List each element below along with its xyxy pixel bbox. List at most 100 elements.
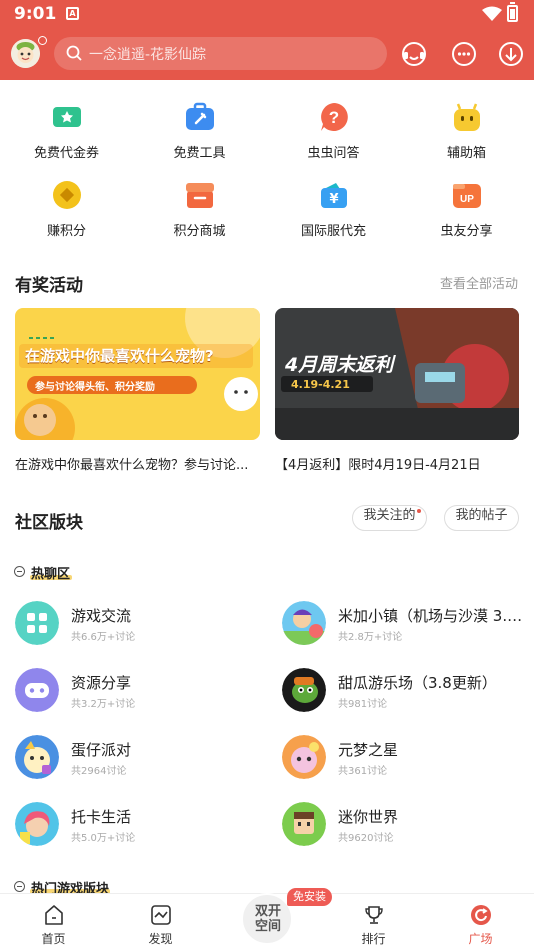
plaza-icon (470, 905, 491, 925)
grid-apps-icon (15, 601, 59, 645)
grid-item-share[interactable]: UP 虫友分享 (400, 174, 533, 244)
search-bar[interactable]: 一念逍遥-花影仙踪 (54, 37, 387, 70)
tab-discover[interactable]: 发现 (107, 894, 214, 950)
robot-icon (453, 103, 480, 131)
forum-name: 游戏交流 (71, 607, 132, 625)
grid-label: 免费代金券 (33, 146, 99, 161)
grid-label: 赚积分 (46, 224, 86, 239)
forum-name: 米加小镇（机场与沙漠 3.2... (338, 607, 528, 625)
forum-name: 甜瓜游乐场（3.8更新） (338, 674, 497, 692)
voucher-icon (52, 107, 81, 127)
rewards-section-title: 有奖活动 (15, 276, 83, 296)
svg-text:¥: ¥ (329, 192, 338, 207)
pet-discussion-banner[interactable]: 在游戏中你最喜欢什么宠物? 参与讨论得头衔、积分奖励 (15, 308, 260, 440)
forum-item[interactable]: 米加小镇（机场与沙漠 3.2... 共2.8万+讨论 (282, 598, 528, 648)
dream-star-icon (282, 735, 326, 779)
battery-icon (507, 2, 518, 22)
my-follows-button[interactable]: 我关注的 (352, 505, 427, 531)
rebate-banner-headline: 4月周末返利 (285, 354, 394, 376)
coin-icon (52, 181, 81, 209)
grid-label: 免费工具 (173, 146, 226, 161)
search-icon (66, 45, 82, 61)
toolbox-icon (185, 102, 214, 130)
forum-meta: 共2964讨论 (71, 766, 127, 777)
hot-section-title: 热聊区 (31, 567, 71, 582)
no-install-badge: 免安装 (287, 888, 332, 906)
forum-item[interactable]: 元梦之星 共361讨论 (282, 732, 527, 782)
rebate-banner-dates: 4.19-4.21 (291, 378, 350, 391)
collapse-icon[interactable] (14, 881, 25, 892)
notification-icon: A (66, 7, 79, 20)
grid-label: 辅助箱 (446, 146, 486, 161)
forum-meta: 共2.8万+讨论 (338, 632, 403, 643)
chat-icon[interactable] (450, 40, 478, 68)
tab-plaza[interactable]: 广场 (427, 894, 534, 950)
forum-item[interactable]: 资源分享 共3.2万+讨论 (15, 665, 260, 715)
nav-label: 排行 (361, 932, 386, 946)
question-icon: ? (320, 103, 348, 131)
top-bar: 一念逍遥-花影仙踪 (0, 28, 534, 80)
forum-meta: 共5.0万+讨论 (71, 833, 136, 844)
forum-item[interactable]: 甜瓜游乐场（3.8更新） 共981讨论 (282, 665, 527, 715)
grid-item-earn-points[interactable]: 赚积分 (0, 174, 133, 244)
forum-item[interactable]: 蛋仔派对 共2964讨论 (15, 732, 260, 782)
avatar[interactable] (11, 39, 40, 68)
weekend-rebate-banner[interactable]: 4月周末返利 4.19-4.21 (275, 308, 519, 440)
pet-banner-caption: 在游戏中你最喜欢什么宠物？参与讨论... (15, 458, 249, 473)
miga-town-icon (282, 601, 326, 645)
grid-item-tools[interactable]: 免费工具 (133, 96, 266, 166)
nav-label: 发现 (148, 932, 173, 946)
forum-meta: 共3.2万+讨论 (71, 699, 136, 710)
forum-name: 蛋仔派对 (71, 741, 132, 759)
melon-playground-icon (282, 668, 326, 712)
status-bar: 9:01 A (0, 0, 534, 28)
grid-item-voucher[interactable]: 免费代金券 (0, 96, 133, 166)
dual-space-button[interactable]: 双开空间 (241, 893, 293, 945)
dual-space-label: 双开空间 (254, 904, 281, 934)
grid-item-intl-recharge[interactable]: ¥ 国际服代充 (267, 174, 400, 244)
svg-text:UP: UP (460, 194, 474, 205)
forum-item[interactable]: 游戏交流 共6.6万+讨论 (15, 598, 260, 648)
my-posts-button[interactable]: 我的帖子 (444, 505, 519, 531)
grid-label: 虫虫问答 (307, 146, 360, 161)
nav-label: 首页 (41, 932, 66, 946)
nav-label: 广场 (468, 932, 493, 946)
grid-label: 国际服代充 (300, 224, 366, 239)
gamepad-icon (15, 668, 59, 712)
grid-label: 积分商城 (173, 224, 226, 239)
grid-item-points-mall[interactable]: 积分商城 (133, 174, 266, 244)
forum-name: 迷你世界 (338, 808, 399, 826)
trophy-icon (364, 906, 383, 924)
svg-text:?: ? (328, 108, 338, 127)
forum-name: 元梦之星 (338, 741, 399, 759)
eggy-party-icon (15, 735, 59, 779)
toca-life-icon (15, 802, 59, 846)
discover-icon (150, 905, 171, 925)
search-placeholder: 一念逍遥-花影仙踪 (89, 47, 207, 63)
grid-item-qa[interactable]: ? 虫虫问答 (267, 96, 400, 166)
grid-label: 虫友分享 (440, 224, 493, 239)
forum-item[interactable]: 托卡生活 共5.0万+讨论 (15, 799, 260, 849)
forum-item[interactable]: 迷你世界 共9620讨论 (282, 799, 527, 849)
status-time: 9:01 (14, 4, 57, 24)
community-section-title: 社区版块 (15, 513, 83, 533)
forum-meta: 共981讨论 (338, 699, 388, 710)
follows-notification-dot (417, 509, 421, 513)
tab-home[interactable]: 首页 (0, 894, 107, 950)
shop-icon (185, 183, 214, 208)
forum-name: 资源分享 (71, 674, 132, 692)
wifi-icon (482, 6, 502, 21)
grid-item-helper-box[interactable]: 辅助箱 (400, 96, 533, 166)
forum-name: 托卡生活 (71, 808, 132, 826)
collapse-icon[interactable] (14, 566, 25, 577)
mini-world-icon (282, 802, 326, 846)
customer-service-icon[interactable] (400, 40, 428, 68)
pet-banner-tagline: 参与讨论得头衔、积分奖励 (35, 382, 155, 393)
home-icon (44, 905, 63, 925)
yen-card-icon: ¥ (320, 183, 347, 208)
view-all-activities-link[interactable]: 查看全部活动 (440, 273, 518, 292)
avatar-notification-dot (38, 36, 47, 45)
tab-ranking[interactable]: 排行 (320, 894, 427, 950)
download-icon[interactable] (497, 40, 525, 68)
forum-meta: 共6.6万+讨论 (71, 632, 136, 643)
